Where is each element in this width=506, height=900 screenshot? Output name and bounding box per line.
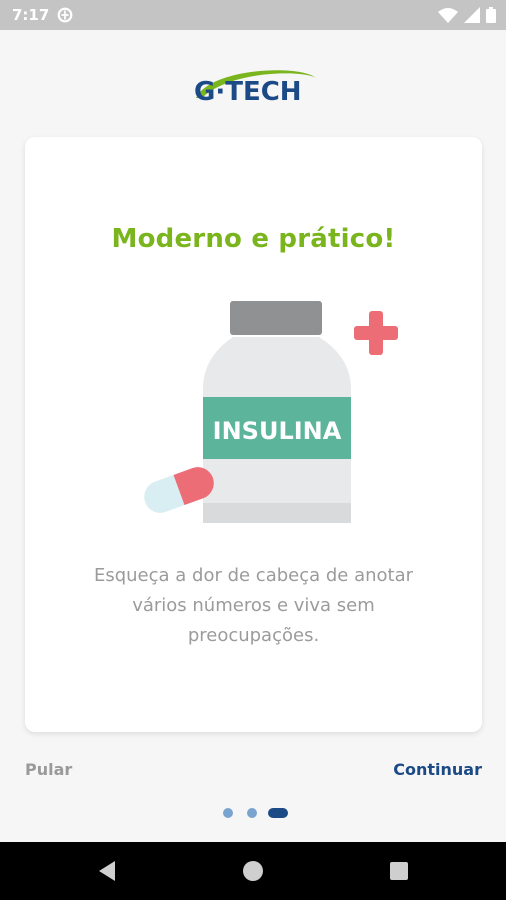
pagination-dots: [0, 806, 506, 818]
status-icons: [438, 6, 496, 24]
status-bar: 7:17: [0, 0, 506, 30]
skip-button[interactable]: Pular: [25, 760, 72, 779]
gtech-logo: G·TECH: [194, 70, 316, 107]
continue-button[interactable]: Continuar: [393, 760, 482, 779]
onboarding-description: Esqueça a dor de cabeça de anotar vários…: [93, 565, 414, 646]
signal-icon: [464, 7, 480, 23]
logo-text: G·TECH: [194, 77, 302, 107]
page-dot-2[interactable]: [247, 808, 257, 818]
insulin-bottle-icon: INSULINA: [203, 301, 351, 523]
recents-icon[interactable]: [387, 859, 411, 883]
battery-icon: [486, 7, 496, 23]
home-icon[interactable]: [241, 859, 265, 883]
plus-cross-icon: [354, 311, 398, 355]
page-dot-1[interactable]: [223, 808, 233, 818]
onboarding-title: Moderno e prático!: [111, 224, 396, 254]
page-dot-3-active[interactable]: [268, 808, 288, 818]
insulin-illustration: INSULINA: [144, 301, 398, 523]
system-nav-bar: [0, 842, 506, 900]
data-saver-icon: [57, 7, 73, 23]
back-icon[interactable]: [95, 859, 119, 883]
status-time: 7:17: [12, 6, 50, 24]
wifi-icon: [438, 8, 458, 23]
onboarding-card: Moderno e prático! INSULINA Esqueça a do…: [25, 137, 482, 732]
bottle-label: INSULINA: [213, 417, 342, 445]
